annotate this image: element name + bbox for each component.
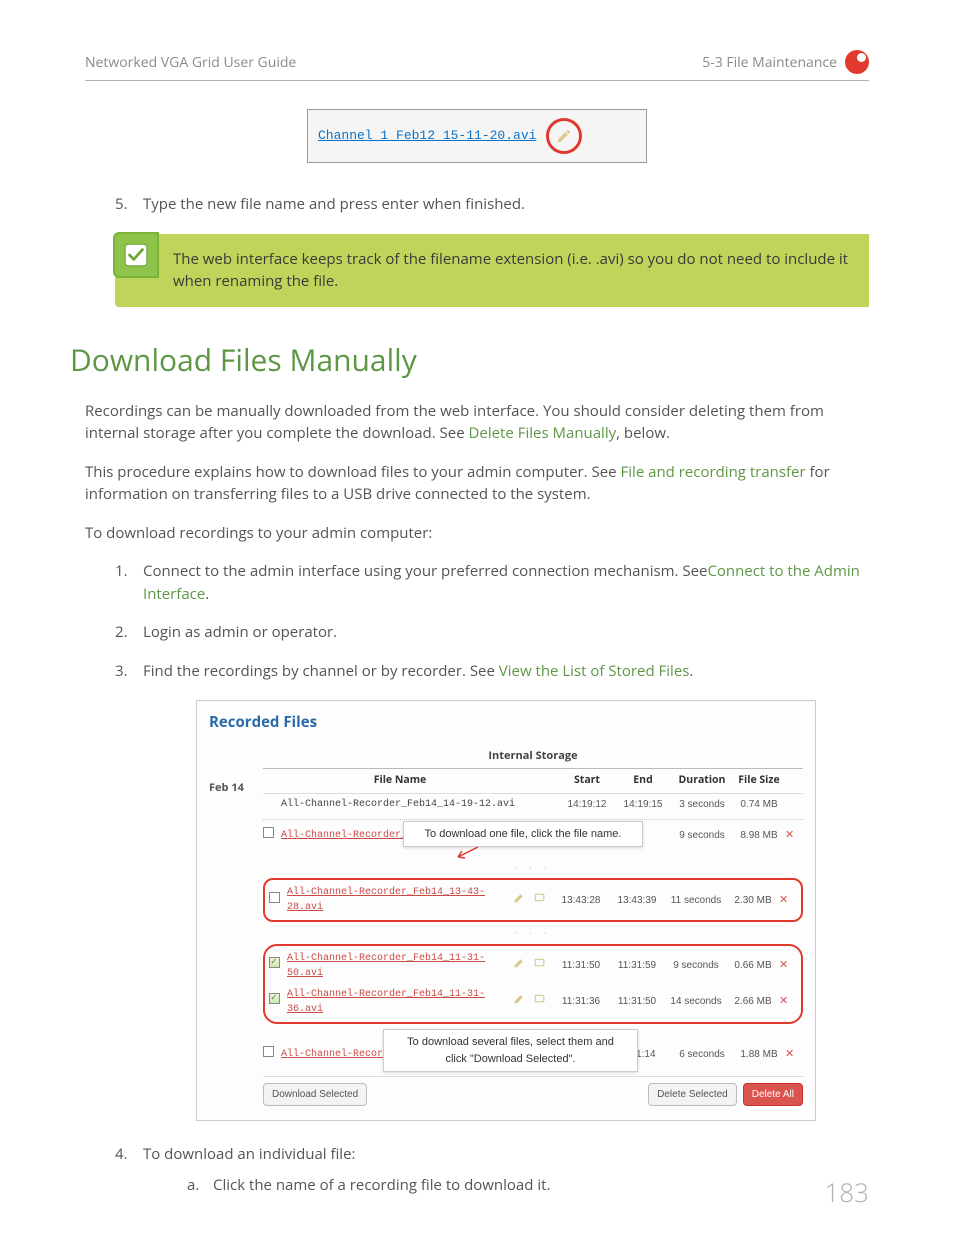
row-separator: · · ·	[263, 924, 803, 942]
table-row: All-Channel-Recorder_Feb14_11-31-50.avi …	[269, 948, 797, 984]
tip-icon-wrap	[113, 232, 159, 278]
recorded-files-screenshot: Recorded Files Feb 14 Internal Storage F…	[196, 700, 816, 1121]
col-filename: File Name	[281, 773, 519, 789]
table-header-row: File Name Start End Duration File Size	[263, 769, 803, 794]
table-row: All-Channel-Recorder_Feb14_14-19-12.avi …	[263, 794, 803, 815]
step-5: 5. Type the new file name and press ente…	[115, 193, 869, 216]
section-title: Download Files Manually	[70, 337, 869, 382]
delete-row-icon[interactable]: ✕	[779, 894, 788, 906]
step-2: 2. Login as admin or operator.	[115, 621, 869, 644]
col-size: File Size	[733, 773, 785, 789]
storage-header: Internal Storage	[263, 744, 803, 770]
pencil-icon	[556, 128, 572, 144]
col-duration: Duration	[671, 773, 733, 789]
step-4: 4. To download an individual file: a. Cl…	[115, 1143, 869, 1196]
checkmark-icon	[123, 242, 149, 268]
delete-all-button[interactable]: Delete All	[743, 1083, 803, 1106]
tip-text: The web interface keeps track of the fil…	[173, 234, 869, 307]
row-checkbox[interactable]	[269, 957, 280, 968]
col-end: End	[615, 773, 671, 789]
link-view-stored-files[interactable]: View the List of Stored Files	[499, 661, 690, 681]
callout-single-download: To download one file, click the file nam…	[403, 821, 643, 848]
step-4a: a. Click the name of a recording file to…	[187, 1174, 869, 1197]
file-link[interactable]: All-Channel-Recorder_Feb14_13-43-28.avi	[287, 885, 513, 915]
pencil-icon[interactable]	[513, 992, 533, 1011]
step-1: 1. Connect to the admin interface using …	[115, 560, 869, 605]
highlight-circle	[546, 118, 582, 154]
row-checkbox[interactable]	[269, 892, 280, 903]
extract-icon[interactable]	[533, 891, 553, 910]
row-checkbox[interactable]	[263, 827, 274, 838]
file-link[interactable]: All-Channel-Recorder_Feb14_11-31-50.avi	[287, 951, 513, 981]
header-left: Networked VGA Grid User Guide	[85, 52, 296, 73]
delete-row-icon[interactable]: ✕	[785, 829, 794, 841]
link-file-transfer[interactable]: File and recording transfer	[621, 462, 806, 482]
table-row: All-Channel-Recorder_Feb14_14-1 To downl…	[263, 824, 803, 847]
date-label: Feb 14	[209, 780, 244, 797]
delete-row-icon[interactable]: ✕	[785, 1048, 794, 1060]
row-checkbox[interactable]	[263, 1046, 274, 1057]
step-number: 5.	[115, 193, 128, 216]
rename-file-illustration: Channel_1_Feb12_15-11-20.avi	[307, 109, 647, 163]
delete-row-icon[interactable]: ✕	[779, 995, 788, 1007]
page-number: 183	[824, 1173, 869, 1212]
brand-logo-icon	[845, 50, 869, 74]
recorded-files-title: Recorded Files	[209, 711, 803, 734]
para-2: This procedure explains how to download …	[85, 461, 869, 506]
row-separator: · · ·	[263, 859, 803, 877]
step-text: Type the new file name and press enter w…	[143, 194, 525, 214]
header-right: 5-3 File Maintenance	[702, 52, 837, 73]
delete-row-icon[interactable]: ✕	[779, 959, 788, 971]
file-link[interactable]: All-Channel-Recorder_Feb14_11-31-36.avi	[287, 987, 513, 1017]
link-delete-files[interactable]: Delete Files Manually	[469, 423, 617, 443]
table-row: All-Channel-Recorder_Feb14_11-31-36.avi …	[269, 984, 797, 1020]
delete-selected-button[interactable]: Delete Selected	[648, 1083, 737, 1106]
tip-callout: The web interface keeps track of the fil…	[115, 234, 869, 307]
highlighted-row-group: All-Channel-Recorder_Feb14_11-31-50.avi …	[263, 944, 803, 1024]
pencil-icon[interactable]	[513, 956, 533, 975]
step-3: 3. Find the recordings by channel or by …	[115, 660, 869, 1122]
pencil-icon[interactable]	[513, 891, 533, 910]
table-footer: Download Selected Delete Selected Delete…	[263, 1076, 803, 1106]
download-selected-button[interactable]: Download Selected	[263, 1083, 367, 1106]
para-1: Recordings can be manually downloaded fr…	[85, 400, 869, 445]
row-checkbox[interactable]	[269, 993, 280, 1004]
callout-multi-download: To download several files, select them a…	[383, 1029, 638, 1072]
table-row: All-Channel-Recorder_Feb14_13-43-28.avi …	[269, 882, 797, 918]
highlighted-row-single: All-Channel-Recorder_Feb14_13-43-28.avi …	[263, 878, 803, 922]
extract-icon[interactable]	[533, 956, 553, 975]
filename-link: Channel_1_Feb12_15-11-20.avi	[318, 126, 536, 146]
para-3: To download recordings to your admin com…	[85, 522, 869, 545]
extract-icon[interactable]	[533, 992, 553, 1011]
page-header: Networked VGA Grid User Guide 5-3 File M…	[85, 50, 869, 81]
table-row: All-Channel-Recorder_F To download sever…	[263, 1043, 803, 1066]
col-start: Start	[559, 773, 615, 789]
